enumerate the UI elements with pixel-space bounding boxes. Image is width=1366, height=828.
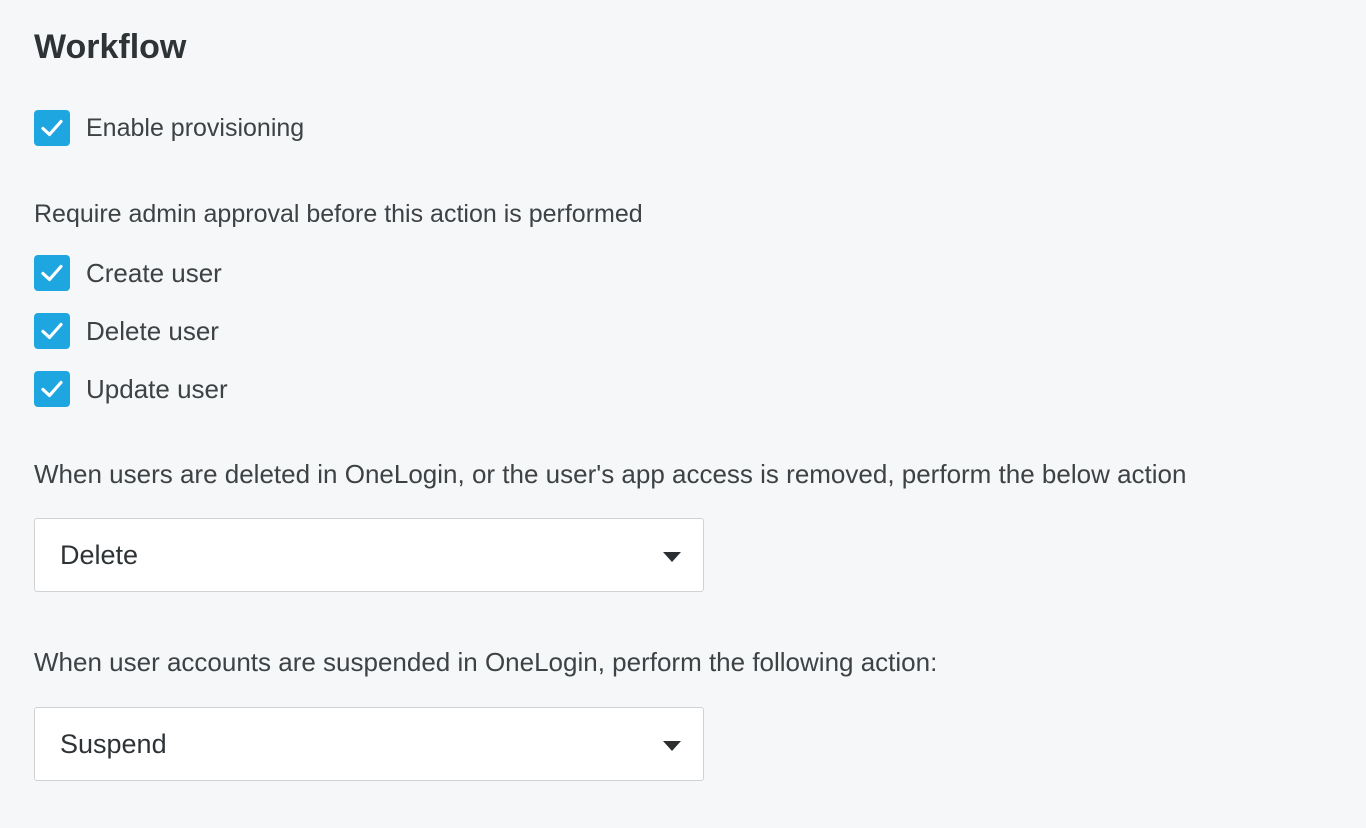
suspension-action-value: Suspend: [60, 729, 167, 759]
checkmark-icon: [41, 380, 63, 398]
create-user-approval-checkbox[interactable]: Create user: [34, 255, 222, 291]
delete-user-approval-checkbox[interactable]: Delete user: [34, 313, 219, 349]
suspension-action-select[interactable]: Suspend: [34, 707, 704, 781]
deletion-action-value: Delete: [60, 540, 139, 570]
delete-user-label: Delete user: [86, 316, 219, 346]
checkbox-checked[interactable]: [34, 110, 70, 146]
suspension-action-prompt: When user accounts are suspended in OneL…: [34, 647, 938, 677]
checkbox-checked[interactable]: [34, 255, 70, 291]
checkmark-icon: [41, 119, 63, 137]
update-user-label: Update user: [86, 374, 228, 404]
update-user-approval-checkbox[interactable]: Update user: [34, 371, 228, 407]
caret-down-icon: [663, 741, 681, 751]
deletion-action-select[interactable]: Delete: [34, 518, 704, 592]
checkmark-icon: [41, 322, 63, 340]
checkbox-checked[interactable]: [34, 313, 70, 349]
caret-down-icon: [663, 552, 681, 562]
create-user-label: Create user: [86, 258, 222, 288]
checkbox-checked[interactable]: [34, 371, 70, 407]
enable-provisioning-label: Enable provisioning: [86, 114, 305, 142]
section-title: Workflow: [34, 28, 187, 66]
checkmark-icon: [41, 264, 63, 282]
approval-heading: Require admin approval before this actio…: [34, 200, 643, 228]
deletion-action-prompt: When users are deleted in OneLogin, or t…: [34, 459, 1187, 489]
enable-provisioning-checkbox[interactable]: Enable provisioning: [34, 110, 304, 146]
